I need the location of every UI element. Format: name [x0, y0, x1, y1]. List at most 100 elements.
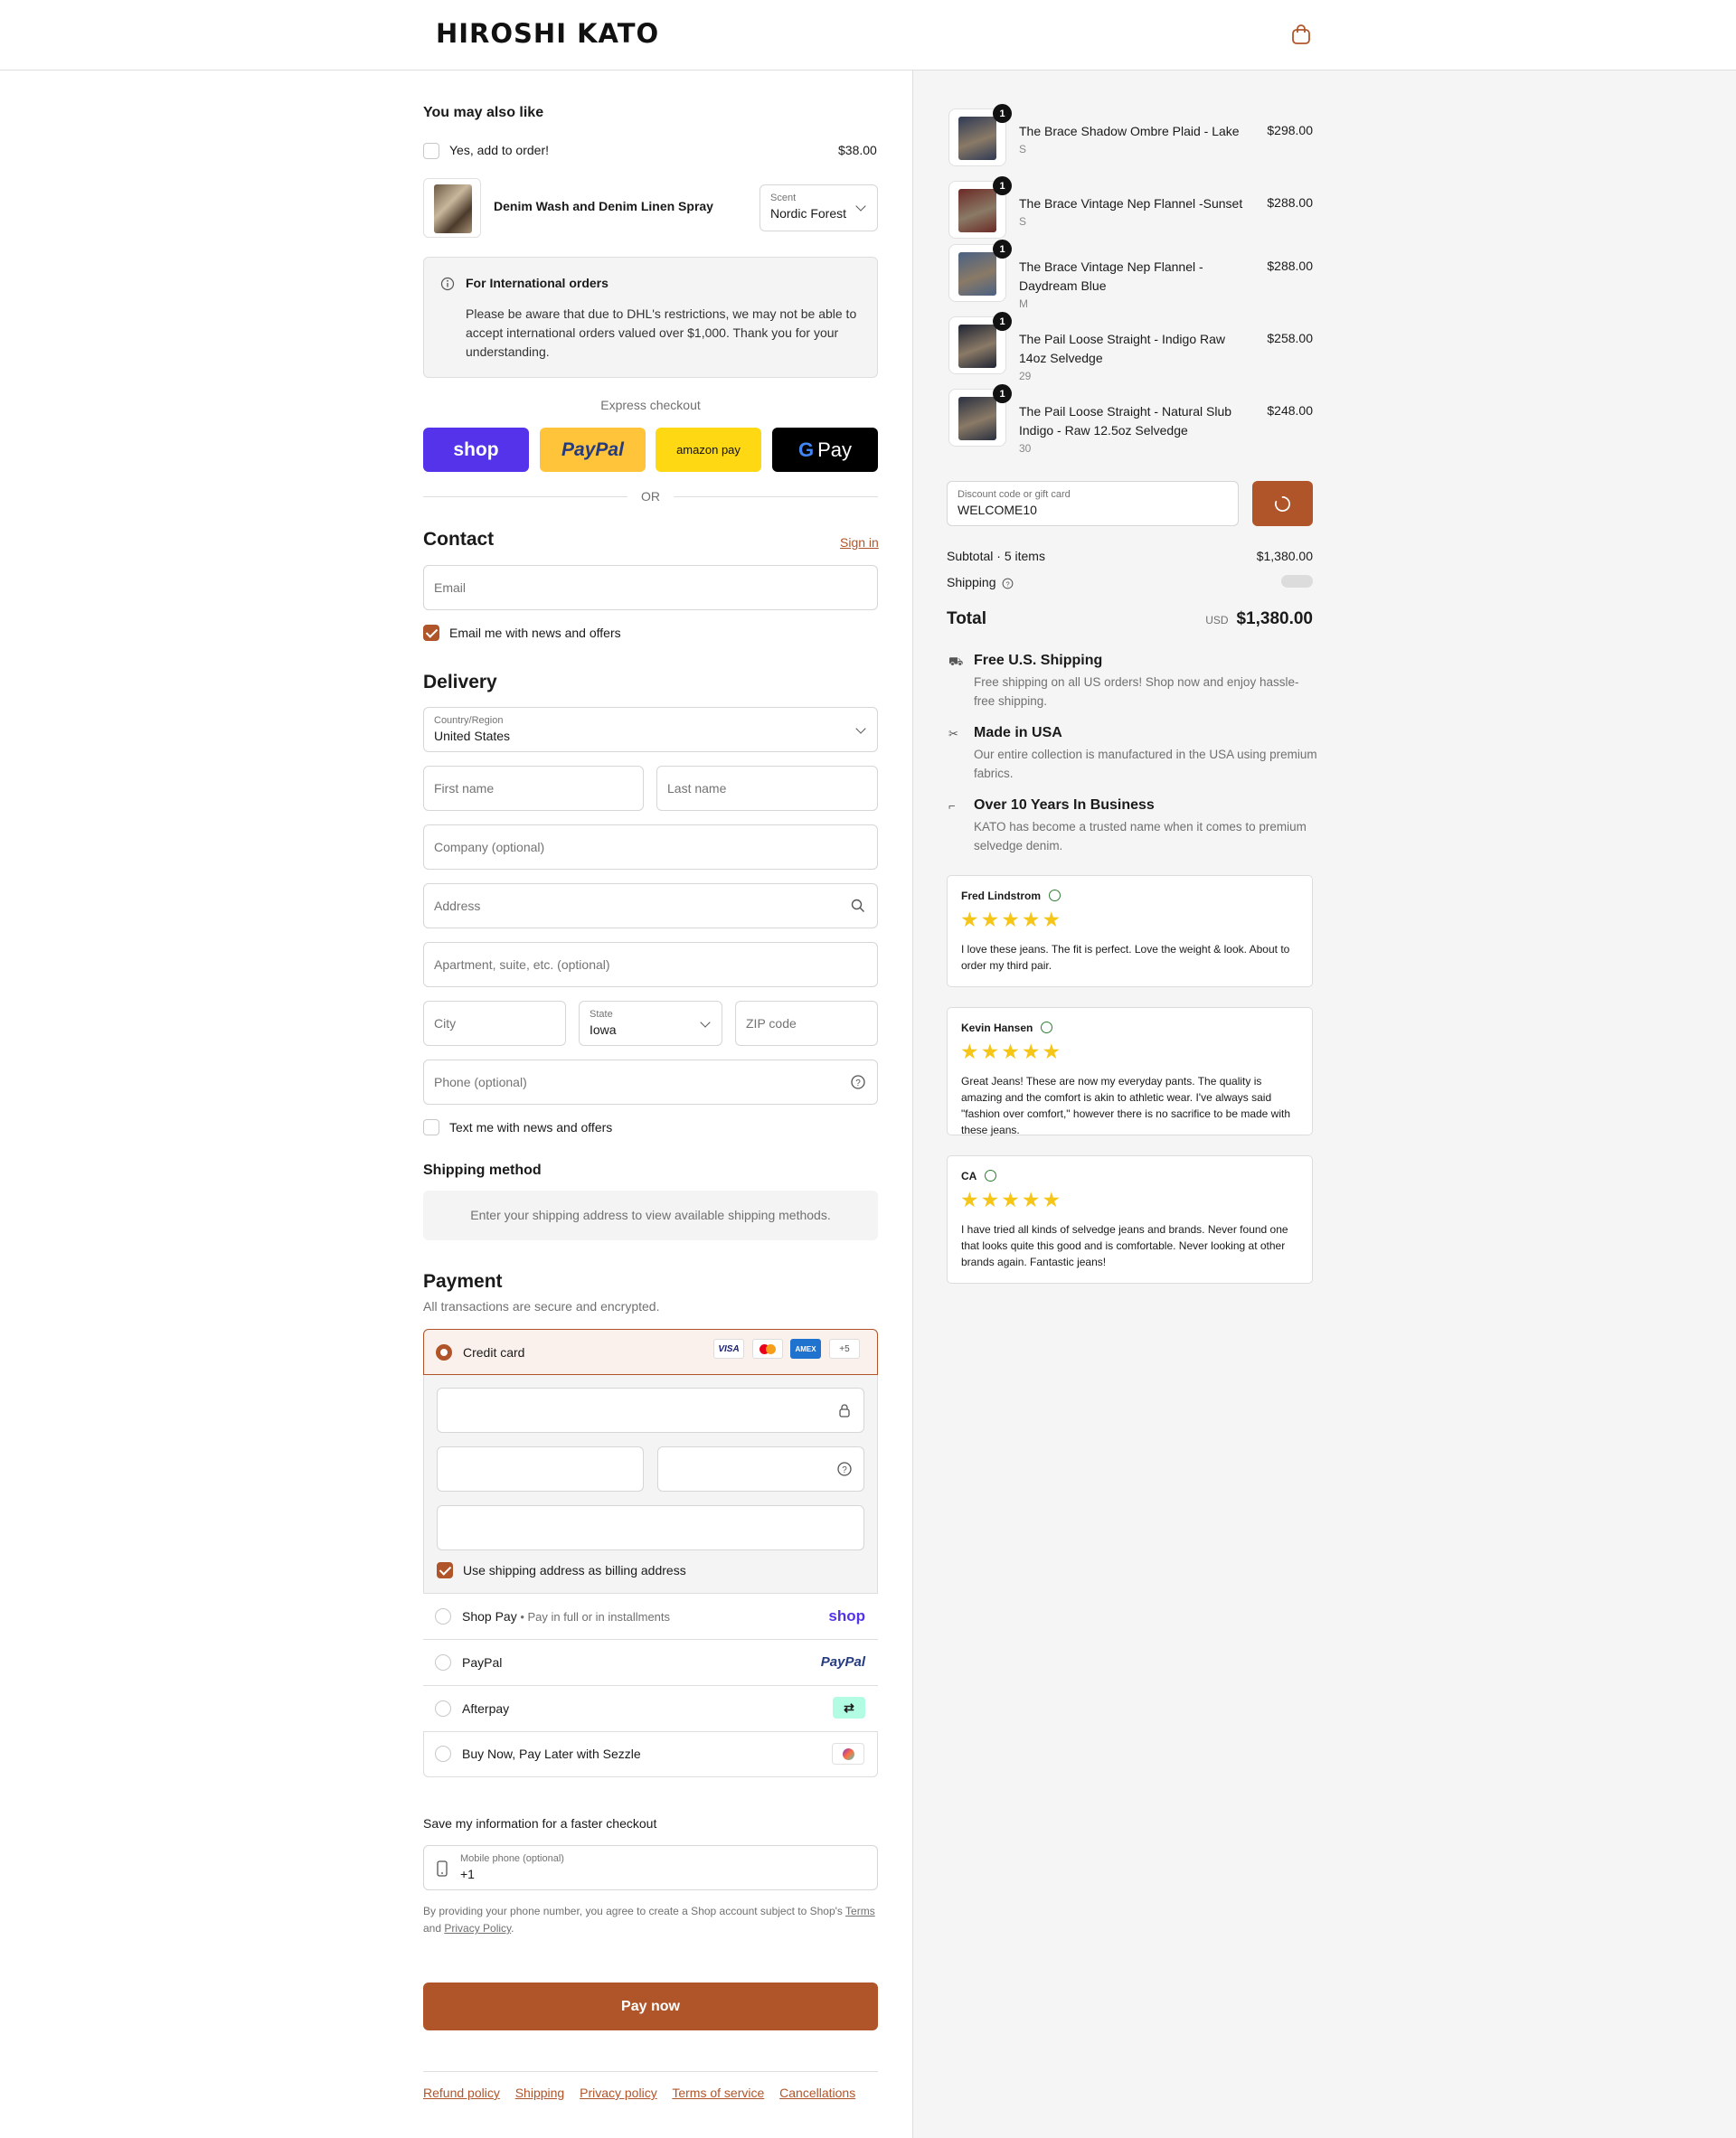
card-name-field[interactable]	[437, 1505, 864, 1550]
shop-pay-express-button[interactable]: shop	[423, 428, 529, 472]
order-item-quantity-badge: 1	[993, 176, 1012, 195]
apartment-field[interactable]: Apartment, suite, etc. (optional)	[423, 942, 878, 987]
order-item-quantity-badge: 1	[993, 240, 1012, 259]
sezzle-logo-icon	[832, 1743, 864, 1765]
privacy-policy-link[interactable]: Privacy Policy	[444, 1922, 511, 1935]
country-select[interactable]: Country/Region United States	[423, 707, 878, 752]
shopping-bag-icon[interactable]	[1291, 24, 1311, 45]
order-item-quantity-badge: 1	[993, 312, 1012, 331]
apply-discount-button[interactable]	[1252, 481, 1313, 526]
total-label: Total	[947, 609, 986, 628]
currency-code: USD	[1205, 614, 1229, 626]
perk-text: Free shipping on all US orders! Shop now…	[974, 675, 1299, 708]
order-item-price: $288.00	[1267, 195, 1313, 210]
zip-field[interactable]: ZIP code	[735, 1001, 878, 1046]
save-info-heading: Save my information for a faster checkou…	[423, 1816, 657, 1831]
phone-field[interactable]: Phone (optional) ?	[423, 1060, 878, 1105]
upsell-product-image	[423, 178, 481, 238]
svg-text:?: ?	[842, 1465, 847, 1475]
brand-logo[interactable]: HIROSHI KATO	[436, 18, 659, 49]
paypal-express-button[interactable]: PayPal	[540, 428, 646, 472]
paypal-radio[interactable]	[435, 1654, 451, 1671]
email-placeholder: Email	[434, 580, 467, 595]
credit-card-radio[interactable]	[436, 1344, 452, 1361]
review-card: CA ★★★★★ I have tried all kinds of selve…	[947, 1155, 1313, 1284]
subtotal-label: Subtotal · 5 items	[947, 549, 1045, 563]
terms-link[interactable]: Terms	[845, 1905, 875, 1917]
paypal-label: PayPal	[462, 1655, 503, 1670]
shop-pay-radio[interactable]	[435, 1608, 451, 1625]
state-select[interactable]: State Iowa	[579, 1001, 722, 1046]
zip-placeholder: ZIP code	[746, 1016, 797, 1031]
review-card: Kevin Hansen ★★★★★ Great Jeans! These ar…	[947, 1007, 1313, 1136]
notice-body: Please be aware that due to DHL's restri…	[466, 306, 857, 359]
company-placeholder: Company (optional)	[434, 840, 545, 854]
card-number-field[interactable]	[437, 1388, 864, 1433]
shipping-policy-link[interactable]: Shipping	[515, 2086, 565, 2100]
company-field[interactable]: Company (optional)	[423, 824, 878, 870]
upsell-add-checkbox[interactable]	[423, 143, 439, 159]
billing-same-checkbox[interactable]	[437, 1562, 453, 1578]
pay-now-button[interactable]: Pay now	[423, 1983, 878, 2030]
footer-links: Refund policy Shipping Privacy policy Te…	[423, 2086, 867, 2100]
email-field[interactable]: Email	[423, 565, 878, 610]
discount-value: WELCOME10	[958, 503, 1037, 517]
refund-policy-link[interactable]: Refund policy	[423, 2086, 500, 2100]
sezzle-radio[interactable]	[435, 1746, 451, 1762]
terms-of-service-link[interactable]: Terms of service	[672, 2086, 764, 2100]
first-name-field[interactable]: First name	[423, 766, 644, 811]
privacy-policy-footer-link[interactable]: Privacy policy	[580, 2086, 657, 2100]
info-icon	[440, 277, 455, 291]
order-item-name: The Brace Shadow Ombre Plaid - Lake	[1019, 124, 1240, 138]
review-text: I love these jeans. The fit is perfect. …	[961, 943, 1290, 972]
email-news-label: Email me with news and offers	[449, 626, 621, 640]
payment-subtitle: All transactions are secure and encrypte…	[423, 1299, 660, 1314]
order-item-variant: M	[1019, 297, 1028, 310]
scent-select[interactable]: Scent Nordic Forest	[760, 184, 878, 231]
cancellations-link[interactable]: Cancellations	[779, 2086, 855, 2100]
state-label: State	[590, 1009, 613, 1020]
shop-logo: shop	[453, 438, 499, 460]
shop-legal-text: By providing your phone number, you agre…	[423, 1905, 875, 1935]
mobile-phone-field[interactable]: Mobile phone (optional) +1	[423, 1845, 878, 1890]
afterpay-option[interactable]: Afterpay ⇄	[423, 1685, 878, 1731]
city-field[interactable]: City	[423, 1001, 566, 1046]
order-item-variant: 30	[1019, 442, 1032, 455]
order-item-price: $248.00	[1267, 403, 1313, 418]
country-label: Country/Region	[434, 715, 504, 726]
amazon-pay-express-button[interactable]: amazon pay	[656, 428, 761, 472]
country-value: United States	[434, 729, 511, 743]
order-item-quantity-badge: 1	[993, 104, 1012, 123]
paypal-logo: PayPal	[820, 1654, 865, 1670]
last-name-field[interactable]: Last name	[656, 766, 878, 811]
mastercard-icon	[752, 1339, 783, 1359]
paypal-option[interactable]: PayPal PayPal	[423, 1639, 878, 1685]
reviewer-name: CA	[961, 1170, 997, 1182]
lock-icon	[839, 1404, 850, 1417]
svg-text:?: ?	[855, 1078, 861, 1088]
shop-logo: shop	[828, 1607, 865, 1625]
shipping-label: Shipping ?	[947, 575, 1014, 589]
credit-card-option[interactable]: Credit card VISA AMEX +5	[423, 1329, 878, 1375]
sezzle-option[interactable]: Buy Now, Pay Later with Sezzle	[423, 1731, 878, 1777]
google-pay-express-button[interactable]: G Pay	[772, 428, 878, 472]
text-news-checkbox[interactable]	[423, 1119, 439, 1135]
discount-code-field[interactable]: Discount code or gift card WELCOME10	[947, 481, 1239, 526]
text-news-label: Text me with news and offers	[449, 1120, 613, 1135]
shop-pay-option[interactable]: Shop Pay • Pay in full or in installment…	[423, 1593, 878, 1639]
email-news-checkbox[interactable]	[423, 625, 439, 641]
address-placeholder: Address	[434, 899, 481, 913]
afterpay-logo-icon: ⇄	[833, 1697, 865, 1719]
afterpay-radio[interactable]	[435, 1700, 451, 1717]
credit-card-label: Credit card	[463, 1345, 525, 1360]
card-security-code-field[interactable]: ?	[657, 1446, 864, 1492]
apartment-placeholder: Apartment, suite, etc. (optional)	[434, 957, 610, 972]
address-field[interactable]: Address	[423, 883, 878, 928]
help-icon[interactable]: ?	[1002, 578, 1014, 589]
help-icon[interactable]: ?	[836, 1461, 853, 1477]
sign-in-link[interactable]: Sign in	[840, 535, 879, 550]
help-icon[interactable]: ?	[850, 1074, 866, 1090]
review-text: Great Jeans! These are now my everyday p…	[961, 1075, 1291, 1136]
card-expiry-field[interactable]	[437, 1446, 644, 1492]
footer-divider	[423, 2071, 878, 2072]
